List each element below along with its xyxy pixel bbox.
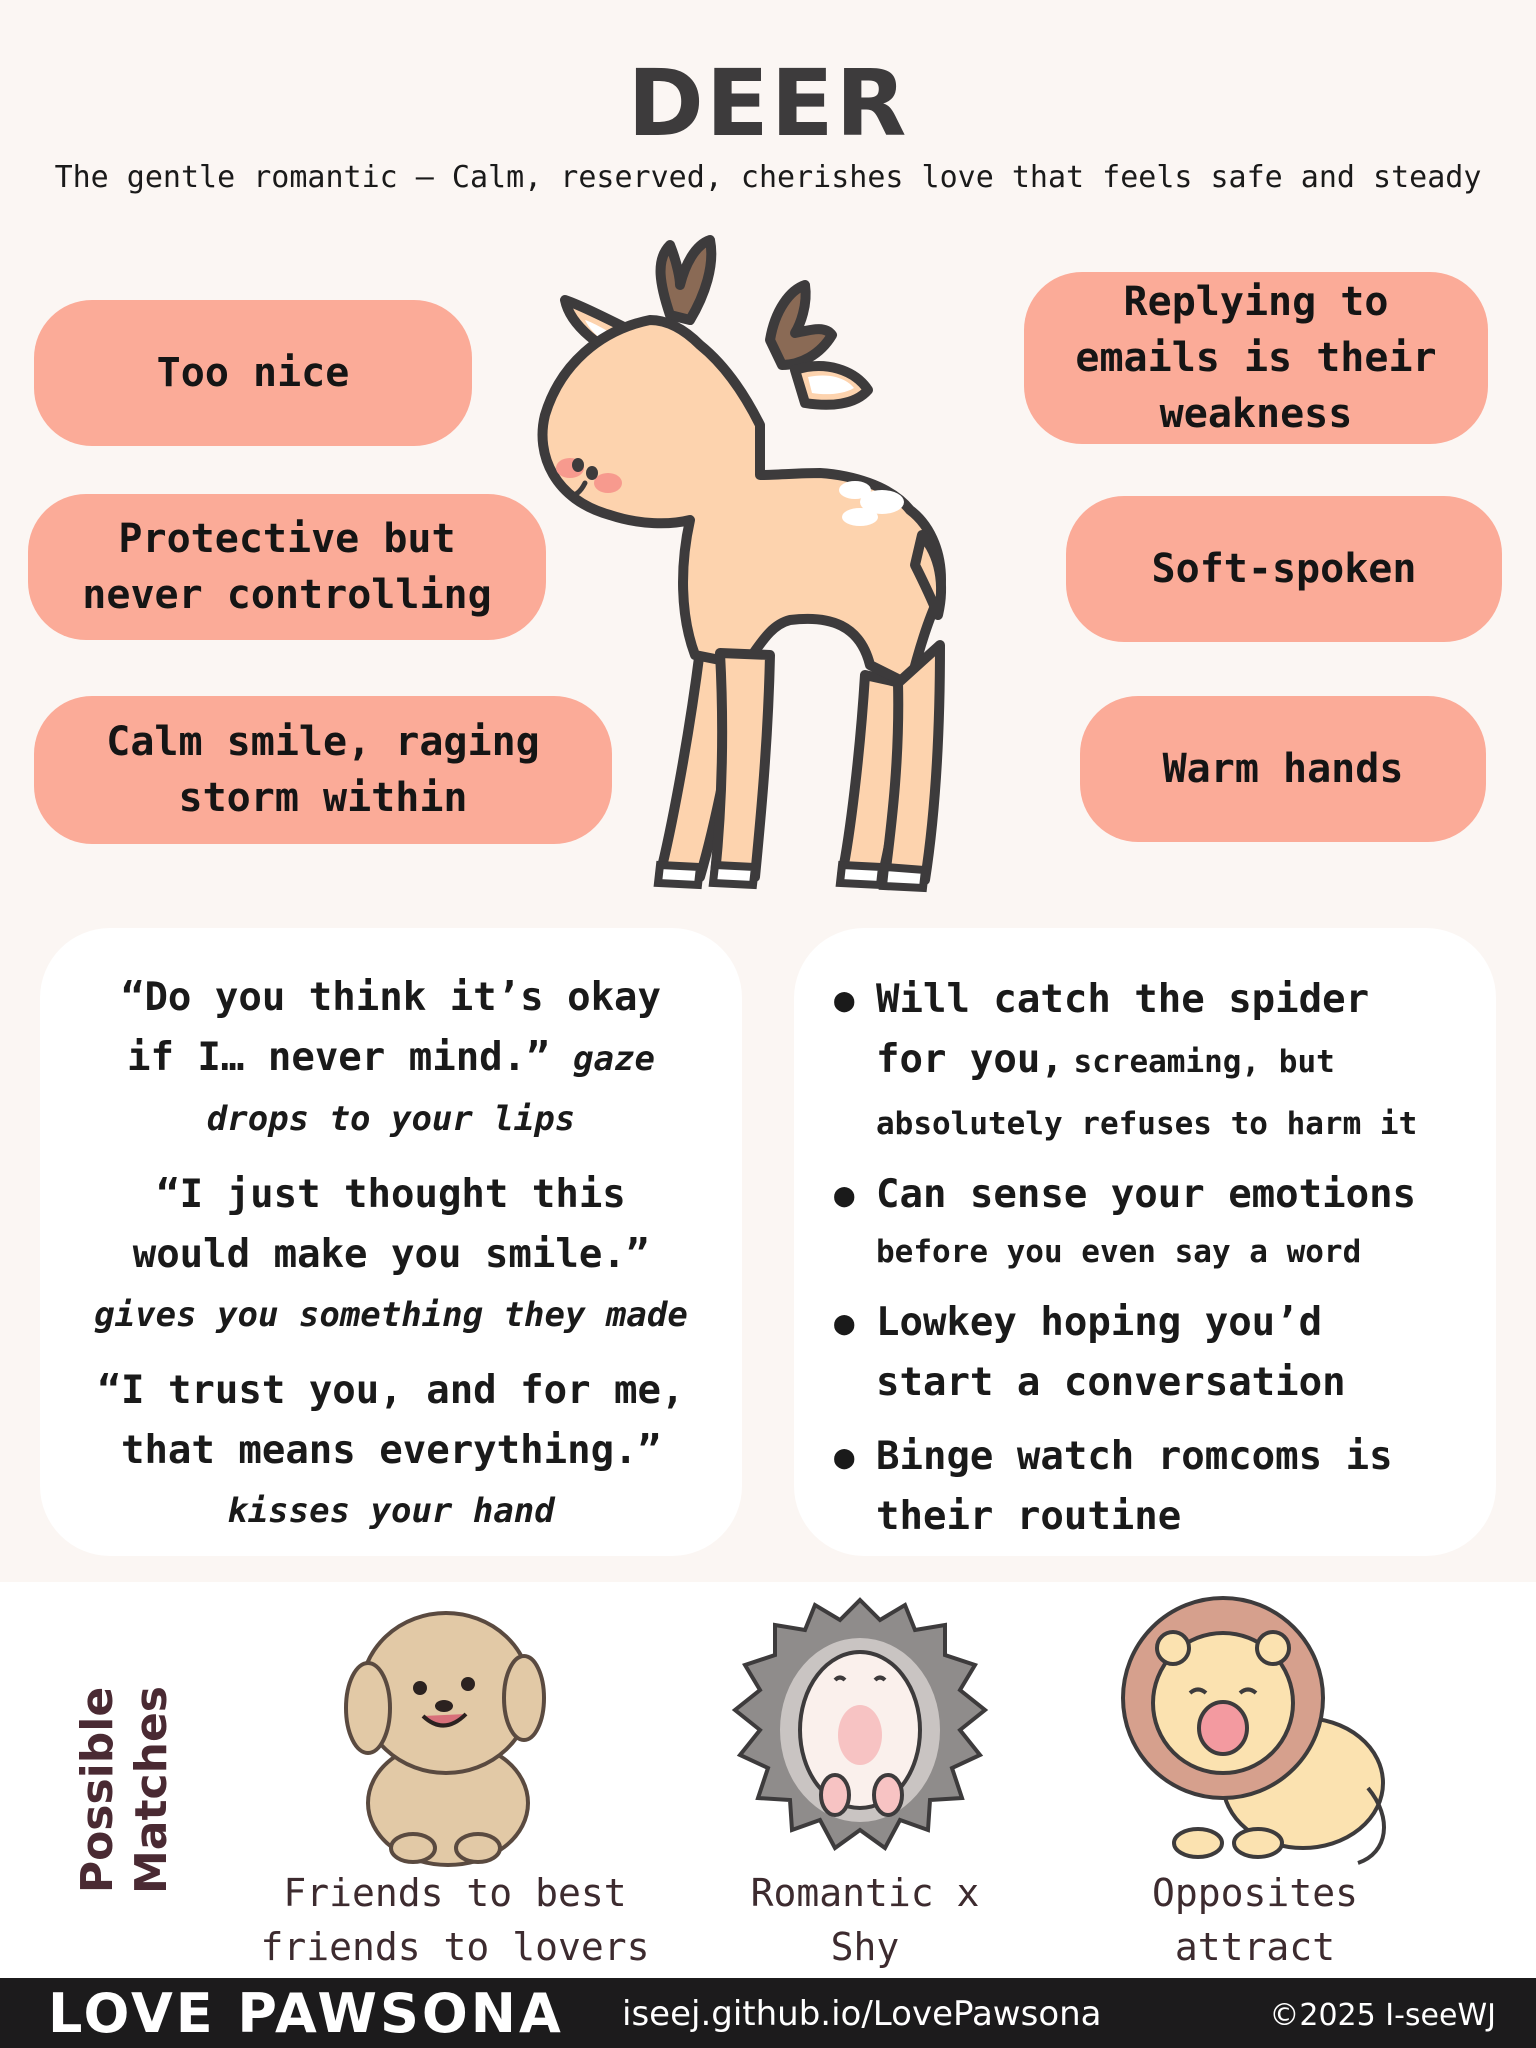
trait-text: Warm hands [1162, 746, 1404, 792]
list-item: ● Can sense your emotions before you eve… [834, 1165, 1466, 1279]
habit-detail: before you even say a word [876, 1234, 1362, 1270]
caption-line: Opposites [1152, 1871, 1358, 1915]
quote-line: that means everything.” [120, 1428, 662, 1473]
quote-action: drops to your lips [206, 1099, 576, 1139]
habit-text: Can sense your emotions [876, 1172, 1417, 1217]
caption-line: Friends to best [283, 1871, 627, 1915]
matches-label-line: Possible [72, 1686, 123, 1894]
quote-item: “Do you think it’s okay if I… never mind… [40, 968, 742, 1149]
quote-item: “I trust you, and for me, that means eve… [40, 1361, 742, 1541]
hedgehog-icon [731, 1597, 989, 1851]
trait-text: emails is their [1075, 335, 1437, 381]
habit-detail: absolutely refuses to harm it [876, 1106, 1418, 1142]
habit-text: Lowkey hoping you’d [876, 1300, 1323, 1345]
trait-pill-warm-hands: Warm hands [1080, 696, 1486, 842]
trait-text: never controlling [82, 572, 492, 618]
match-caption-lion: Opposites attract [1110, 1866, 1400, 1974]
caption-line: attract [1174, 1925, 1336, 1969]
matches-label: Possible Matches [70, 1686, 180, 1894]
copyright: ©2025 I-seeWJ [1269, 1998, 1496, 2033]
quote-text: if I… never mind.” [126, 1035, 550, 1080]
quote-line: “I trust you, and for me, [97, 1368, 685, 1413]
page-title: DEER [627, 50, 909, 157]
habits-panel: ● Will catch the spider for you, screami… [794, 928, 1496, 1556]
habit-text-line: for you, screaming, but [876, 1030, 1417, 1097]
caption-line: Romantic x [750, 1871, 980, 1915]
trait-pill-too-nice: Too nice [34, 300, 472, 446]
trait-text: Protective but [118, 516, 456, 562]
trait-pill-soft-spoken: Soft-spoken [1066, 496, 1502, 642]
quote-action: kisses your hand [227, 1491, 555, 1531]
quote-line: “I just thought this [156, 1172, 626, 1217]
trait-text: Soft-spoken [1151, 546, 1417, 592]
habit-text: for you, [876, 1037, 1064, 1082]
matches-label-line: Matches [126, 1686, 177, 1894]
habit-text: Will catch the spider [876, 977, 1370, 1022]
trait-text: Replying to [1123, 279, 1389, 325]
list-item: ● Binge watch romcoms is their routine [834, 1427, 1466, 1547]
deer-illustration [520, 225, 1100, 905]
site-link[interactable]: iseej.github.io/LovePawsona [622, 1994, 1102, 2034]
puppy-icon [344, 1611, 546, 1867]
trait-text: storm within [178, 775, 468, 821]
quote-line: “Do you think it’s okay [120, 975, 662, 1020]
match-caption-puppy: Friends to best friends to lovers [230, 1866, 680, 1974]
quote-line: if I… never mind.” gaze [40, 1028, 742, 1089]
habit-text: Binge watch romcoms is [876, 1434, 1393, 1479]
brand-logo: LOVE PAWSONA [48, 1982, 564, 2045]
bullet-icon: ● [834, 1175, 855, 1215]
footer: LOVE PAWSONA iseej.github.io/LovePawsona… [0, 1978, 1536, 2048]
quote-item: “I just thought this would make you smil… [40, 1165, 742, 1345]
caption-line: friends to lovers [260, 1925, 650, 1969]
page-subtitle: The gentle romantic – Calm, reserved, ch… [54, 160, 1482, 195]
quotes-panel: “Do you think it’s okay if I… never mind… [40, 928, 742, 1556]
list-item: ● Will catch the spider for you, screami… [834, 970, 1466, 1151]
list-item: ● Lowkey hoping you’d start a conversati… [834, 1293, 1466, 1413]
deer-icon [537, 235, 947, 893]
quote-line: would make you smile.” [132, 1232, 650, 1277]
habit-detail: screaming, but [1073, 1044, 1335, 1080]
trait-text: Too nice [156, 350, 350, 396]
bullet-icon: ● [834, 1303, 855, 1343]
bullet-icon: ● [834, 980, 855, 1020]
trait-pill-protective: Protective but never controlling [28, 494, 546, 640]
habit-text: their routine [876, 1494, 1182, 1539]
bullet-icon: ● [834, 1437, 855, 1477]
caption-line: Shy [830, 1925, 900, 1969]
quote-action: gaze [573, 1039, 655, 1079]
match-caption-hedgehog: Romantic x Shy [710, 1866, 1020, 1974]
trait-text: weakness [1159, 391, 1353, 437]
habit-text: start a conversation [876, 1360, 1346, 1405]
lion-icon [1121, 1596, 1386, 1865]
quote-action: gives you something they made [94, 1295, 688, 1335]
trait-text: Calm smile, raging [106, 719, 540, 765]
